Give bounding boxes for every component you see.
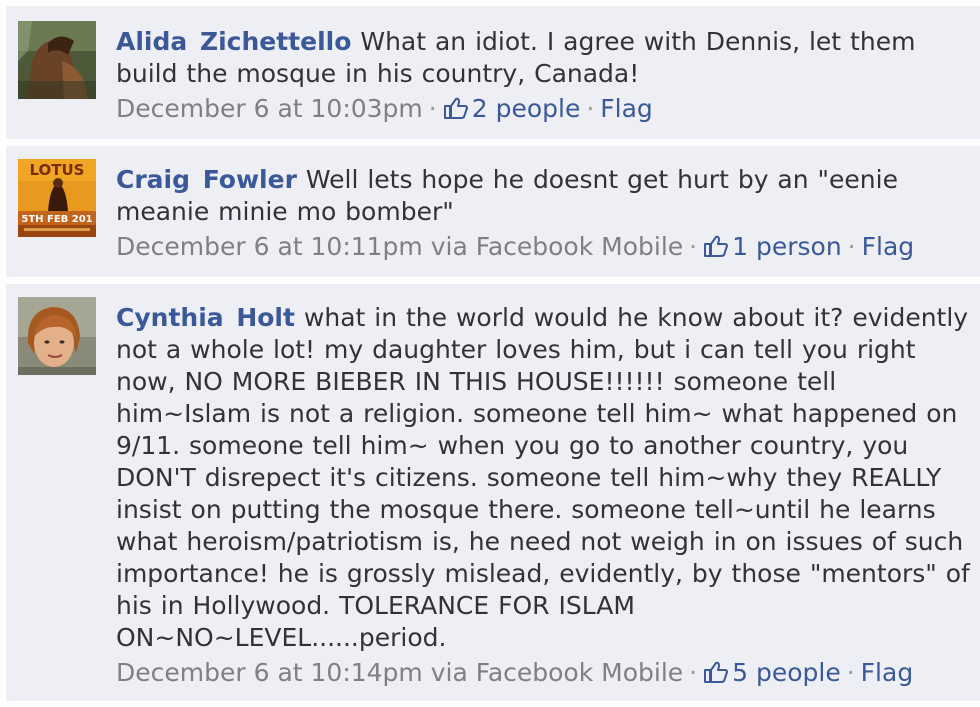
comment-meta: December 6 at 10:03pm · 2 people · Flag — [116, 93, 972, 125]
separator: · — [689, 658, 698, 687]
comment-list: Alida Zichettello What an idiot. I agree… — [0, 0, 980, 707]
comment-body: what in the world would he know about it… — [116, 303, 970, 652]
flag-link[interactable]: Flag — [862, 232, 915, 261]
thumbs-up-icon — [703, 660, 729, 684]
like-count-link[interactable]: 2 people — [443, 94, 581, 123]
avatar[interactable] — [18, 21, 96, 99]
comment-timestamp[interactable]: December 6 at 10:03pm — [116, 94, 423, 123]
comment-content: Craig Fowler Well lets hope he doesnt ge… — [116, 164, 972, 263]
comment-item: LOTUS 5TH FEB 201 Craig Fowler Well lets… — [6, 146, 980, 277]
avatar[interactable] — [18, 297, 96, 375]
comment-author-link[interactable]: Cynthia Holt — [116, 303, 295, 332]
like-count: 2 people — [471, 94, 581, 123]
like-count-link[interactable]: 5 people — [703, 658, 841, 687]
comment-source: via Facebook Mobile — [430, 232, 684, 261]
flag-link[interactable]: Flag — [861, 658, 914, 687]
comment-meta: December 6 at 10:11pm via Facebook Mobil… — [116, 231, 972, 263]
like-count: 1 person — [732, 232, 842, 261]
comment-item: Alida Zichettello What an idiot. I agree… — [6, 6, 980, 139]
comment-content: Alida Zichettello What an idiot. I agree… — [116, 26, 972, 125]
comment-text-block: Cynthia Holt what in the world would he … — [116, 302, 972, 654]
separator: · — [846, 658, 855, 687]
separator: · — [586, 94, 595, 123]
thumbs-up-icon — [703, 234, 729, 258]
like-count-link[interactable]: 1 person — [703, 232, 842, 261]
comment-text-block: Alida Zichettello What an idiot. I agree… — [116, 26, 972, 90]
profile-photo-woman-icon — [18, 297, 96, 375]
like-count: 5 people — [732, 658, 841, 687]
comment-author-link[interactable]: Craig Fowler — [116, 165, 297, 194]
profile-photo-horse-icon — [18, 21, 96, 99]
comment-timestamp[interactable]: December 6 at 10:14pm — [116, 658, 423, 687]
comment-source: via Facebook Mobile — [430, 658, 684, 687]
comment-text-block: Craig Fowler Well lets hope he doesnt ge… — [116, 164, 972, 228]
profile-photo-poster-icon: LOTUS 5TH FEB 201 — [18, 159, 96, 237]
comment-meta: December 6 at 10:14pm via Facebook Mobil… — [116, 657, 972, 689]
poster-title-text: LOTUS — [30, 161, 85, 179]
separator: · — [847, 232, 856, 261]
separator: · — [689, 232, 698, 261]
thumbs-up-icon — [443, 96, 469, 120]
poster-date-text: 5TH FEB 201 — [21, 214, 92, 225]
comment-item: Cynthia Holt what in the world would he … — [6, 284, 980, 701]
comment-content: Cynthia Holt what in the world would he … — [116, 302, 972, 689]
comment-author-link[interactable]: Alida Zichettello — [116, 27, 351, 56]
avatar[interactable]: LOTUS 5TH FEB 201 — [18, 159, 96, 237]
comment-timestamp[interactable]: December 6 at 10:11pm — [116, 232, 423, 261]
separator: · — [428, 94, 437, 123]
flag-link[interactable]: Flag — [600, 94, 653, 123]
